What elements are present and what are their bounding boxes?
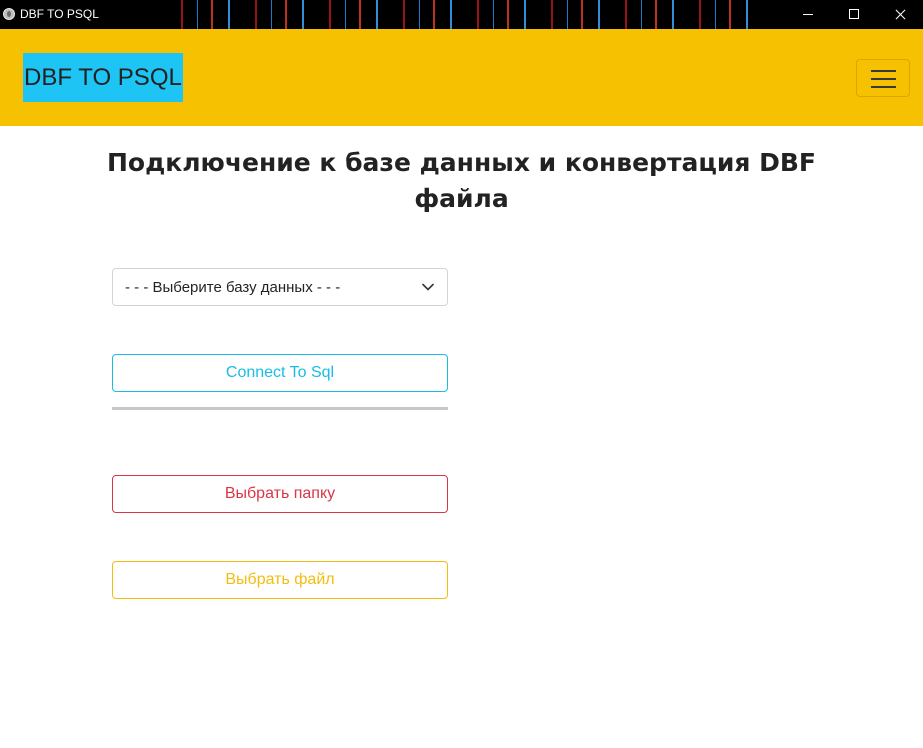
page-title: Подключение к базе данных и конвертация …	[0, 145, 923, 217]
window-titlebar: DBF TO PSQL	[0, 0, 923, 29]
page-title-line-1: Подключение к базе данных и конвертация …	[106, 148, 817, 177]
minimize-icon[interactable]	[785, 0, 831, 29]
app-globe-icon	[3, 8, 15, 20]
titlebar-background-pattern	[170, 0, 770, 29]
database-select[interactable]: - - - Выберите базу данных - - -	[112, 268, 448, 306]
choose-file-button[interactable]: Выбрать файл	[112, 561, 448, 599]
hamburger-icon	[871, 70, 896, 72]
navbar-toggler-button[interactable]	[856, 59, 910, 97]
choose-folder-button[interactable]: Выбрать папку	[112, 475, 448, 513]
navbar-brand[interactable]: DBF TO PSQL	[23, 53, 183, 102]
maximize-icon[interactable]	[831, 0, 877, 29]
navbar: DBF TO PSQL	[0, 29, 923, 126]
connect-to-sql-button[interactable]: Connect To Sql	[112, 354, 448, 392]
page-title-line-2: файла	[414, 184, 509, 213]
divider	[112, 407, 448, 410]
window-title: DBF TO PSQL	[20, 7, 99, 21]
chevron-down-icon	[422, 283, 434, 291]
close-icon[interactable]	[877, 0, 923, 29]
database-select-value: - - - Выберите базу данных - - -	[125, 279, 341, 296]
